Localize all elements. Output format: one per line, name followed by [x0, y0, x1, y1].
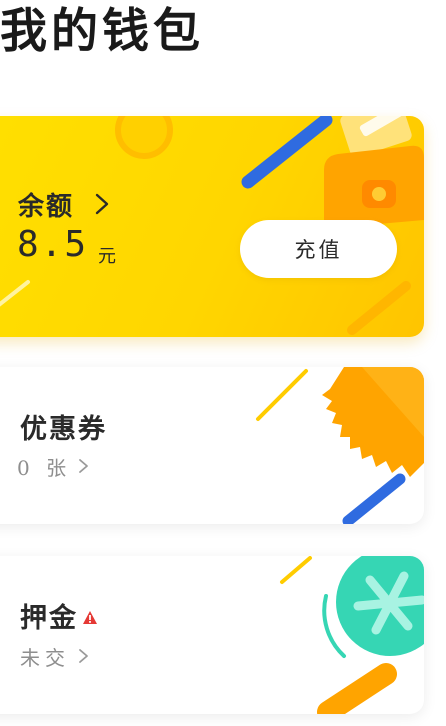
deposit-card[interactable]: 押金 未交	[0, 556, 424, 714]
snowflake-coin-icon	[336, 556, 424, 656]
ticket-icon	[322, 367, 424, 477]
chevron-right-icon	[95, 193, 109, 215]
balance-card[interactable]: 余额 8.5 元 充值	[0, 116, 424, 337]
wallet-page: 我的钱包 余额 8.5 元 充值 优惠券 0 张 押金 未交	[0, 0, 446, 726]
balance-amount: 8.5	[17, 224, 89, 265]
coupon-count: 0 张	[17, 456, 72, 480]
warning-triangle-icon	[83, 611, 97, 624]
coupon-card[interactable]: 优惠券 0 张	[0, 367, 424, 524]
balance-unit: 元	[98, 246, 116, 267]
coupon-label: 优惠券	[20, 414, 107, 445]
page-title: 我的钱包	[0, 4, 204, 59]
deposit-status: 未交	[20, 646, 70, 670]
recharge-button[interactable]: 充值	[240, 220, 397, 278]
deposit-label: 押金	[20, 603, 78, 634]
chevron-right-icon	[79, 649, 88, 663]
chevron-right-icon	[79, 459, 88, 473]
wallet-icon	[324, 116, 424, 228]
balance-label: 余额	[18, 192, 75, 222]
